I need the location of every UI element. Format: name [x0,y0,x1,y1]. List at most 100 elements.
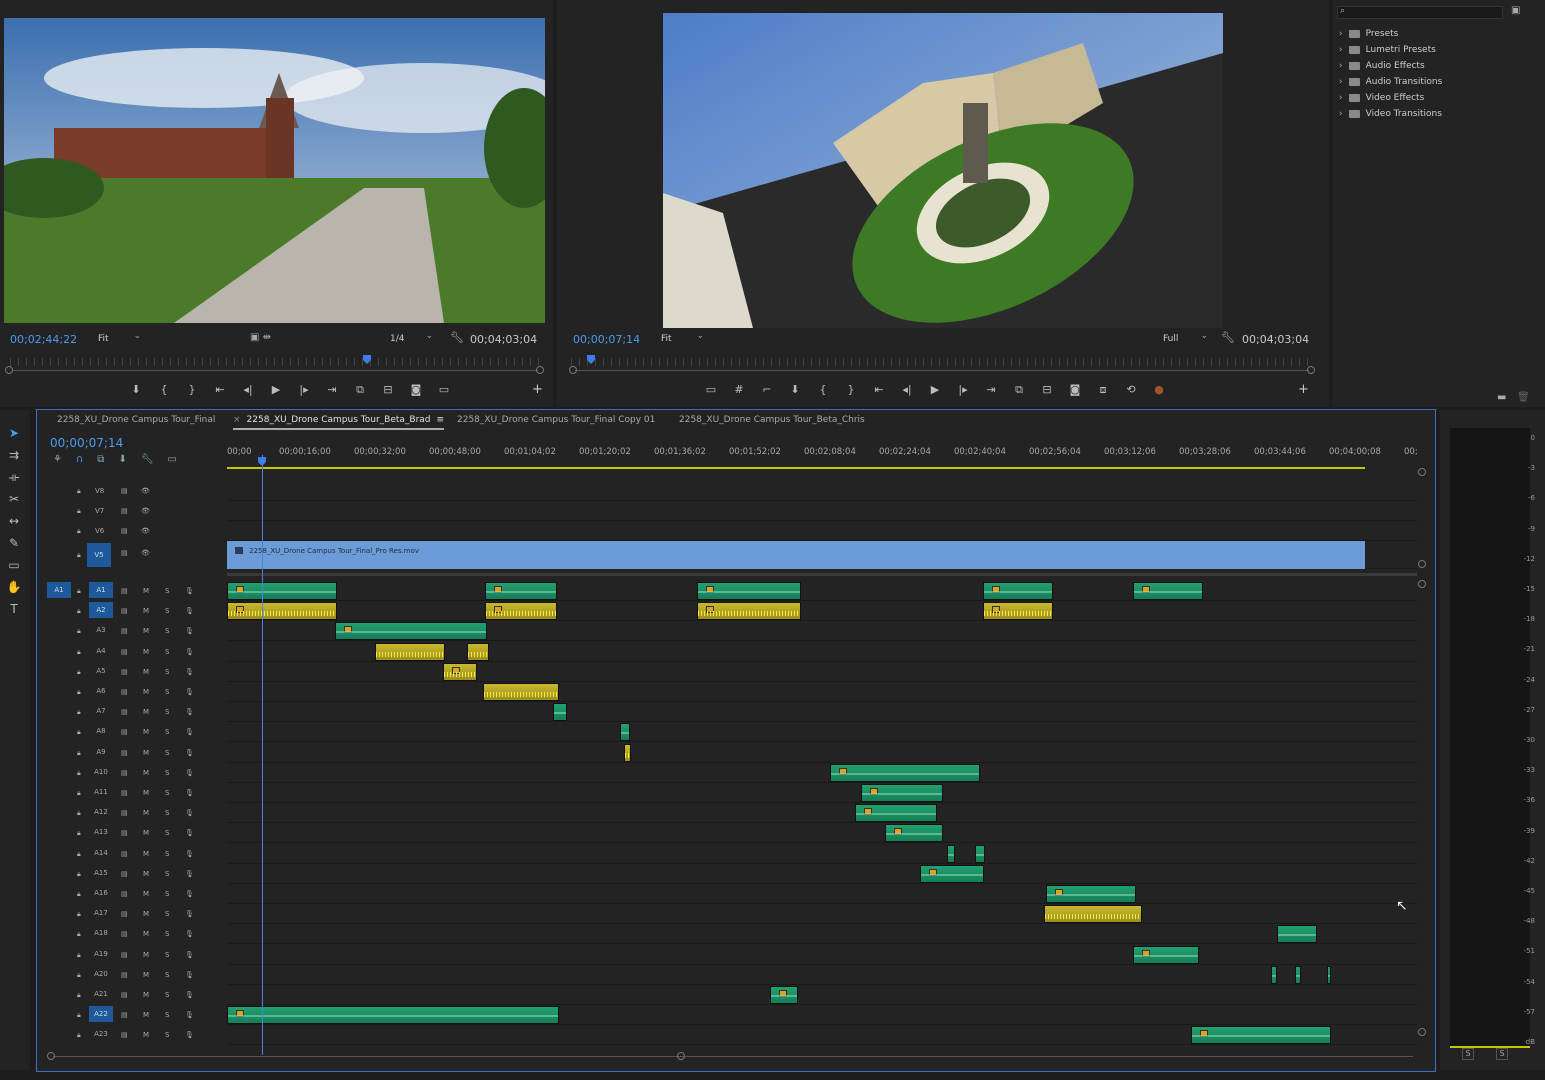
program-zoom-left-handle[interactable] [569,366,577,374]
record-icon[interactable]: ● [1145,382,1173,398]
track-name[interactable]: A16 [89,885,113,901]
audio-clip[interactable] [885,824,943,843]
program-resolution-dropdown[interactable]: Full [1159,329,1211,346]
microphone-icon[interactable]: 🎙︎ [185,991,194,999]
track-lane-a10[interactable] [227,763,1417,783]
timeline-timecode[interactable]: 00;00;07;14 [50,436,123,450]
sync-lock-icon[interactable]: ▤ [121,527,128,535]
sync-lock-icon[interactable]: ▤ [121,769,128,777]
track-name[interactable]: A22 [89,1006,113,1023]
solo-button[interactable]: S [165,648,169,656]
microphone-icon[interactable]: 🎙︎ [185,627,194,635]
effects-search-input[interactable]: ⌕ [1337,6,1503,19]
audio-clip[interactable] [443,662,477,681]
effects-item-presets[interactable]: › Presets [1339,26,1398,42]
source-zoom-bar[interactable] [12,370,538,371]
lock-icon[interactable]: 🔒︎ [77,991,81,1000]
track-name[interactable]: A7 [89,703,113,719]
microphone-icon[interactable]: 🎙︎ [185,971,194,979]
mute-button[interactable]: M [143,809,149,817]
linked-selection-icon[interactable]: ⧉ [97,454,104,465]
go-to-in-icon[interactable]: ⇤ [865,382,893,398]
sync-lock-icon[interactable]: ▤ [121,1011,128,1019]
track-name[interactable]: A20 [89,966,113,982]
sync-lock-icon[interactable]: ▤ [121,971,128,979]
extract-icon[interactable]: ⊟ [1033,382,1061,398]
video-audio-divider[interactable] [227,573,1417,576]
audio-clip[interactable] [1277,925,1317,944]
export-frame-icon[interactable]: ▭ [430,382,458,398]
sync-lock-icon[interactable]: ▤ [121,549,128,557]
lock-icon[interactable]: 🔒︎ [77,809,81,818]
track-select-tool-icon[interactable]: ⇉ [4,446,24,464]
wrench-icon[interactable]: 🔧︎ [141,454,154,465]
source-patch-a1[interactable]: A1 [47,582,71,598]
tab-sequence-beta-brad[interactable]: × 2258_XU_Drone Campus Tour_Beta_Brad ≡ [233,415,445,430]
source-timecode[interactable]: 00;02;44;22 [10,333,77,346]
solo-button[interactable]: S [165,890,169,898]
step-forward-icon[interactable]: |▸ [949,382,977,398]
step-back-icon[interactable]: ◂| [893,382,921,398]
solo-left-button[interactable]: S [1462,1048,1474,1060]
source-zoom-right-handle[interactable] [536,366,544,374]
audio-clip[interactable] [697,582,801,600]
pen-tool-icon[interactable]: ✎ [4,534,24,552]
timeline-tracks[interactable]: 2258_XU_Drone Campus Tour_Final_Pro Res.… [227,477,1417,1057]
insert-icon[interactable]: ⧉ [346,382,374,398]
audio-clip[interactable] [227,582,337,600]
sync-lock-icon[interactable]: ▤ [121,789,128,797]
step-back-icon[interactable]: ◂| [234,382,262,398]
solo-button[interactable]: S [165,728,169,736]
eye-icon[interactable]: 👁︎ [141,549,150,557]
solo-button[interactable]: S [165,688,169,696]
solo-button[interactable]: S [165,607,169,615]
microphone-icon[interactable]: 🎙︎ [185,850,194,858]
mute-button[interactable]: M [143,910,149,918]
track-name[interactable]: A1 [89,582,113,598]
lock-icon[interactable]: 🔒︎ [77,789,81,798]
solo-button[interactable]: S [165,930,169,938]
mute-button[interactable]: M [143,850,149,858]
solo-button[interactable]: S [165,769,169,777]
tab-sequence-beta-chris[interactable]: 2258_XU_Drone Campus Tour_Beta_Chris [679,415,865,425]
solo-button[interactable]: S [165,1011,169,1019]
track-lane-a14[interactable] [227,844,1417,864]
effects-item-audio-effects[interactable]: › Audio Effects [1339,58,1425,74]
audio-clip[interactable] [830,763,980,782]
vr-icon[interactable]: ⟲ [1117,382,1145,398]
track-lane-a13[interactable] [227,823,1417,844]
microphone-icon[interactable]: 🎙︎ [185,668,194,676]
track-name[interactable]: A3 [89,622,113,638]
solo-button[interactable]: S [165,870,169,878]
audio-clip[interactable] [1044,905,1142,924]
sync-lock-icon[interactable]: ▤ [121,870,128,878]
mute-button[interactable]: M [143,829,149,837]
track-target-v5[interactable]: V5 [87,543,111,567]
audio-clip[interactable] [920,864,984,883]
track-lane-a18[interactable] [227,924,1417,945]
sync-lock-icon[interactable]: ▤ [121,951,128,959]
sync-lock-icon[interactable]: ▤ [121,627,128,635]
track-name[interactable]: A21 [89,986,113,1002]
track-lane-a6[interactable] [227,682,1417,702]
mute-button[interactable]: M [143,1011,149,1019]
track-lane-a2[interactable] [227,601,1417,622]
scroll-handle[interactable] [1418,468,1426,476]
mute-button[interactable]: M [143,749,149,757]
safe-margins-icon[interactable]: ▭ [697,382,725,398]
track-name[interactable]: A6 [89,683,113,699]
solo-button[interactable]: S [165,587,169,595]
track-name[interactable]: A12 [89,804,113,820]
program-zoom-bar[interactable] [575,370,1309,371]
sync-lock-icon[interactable]: ▤ [121,991,128,999]
microphone-icon[interactable]: 🎙︎ [185,870,194,878]
solo-button[interactable]: S [165,951,169,959]
sync-lock-icon[interactable]: ▤ [121,1031,128,1039]
audio-clip[interactable] [975,844,985,863]
mute-button[interactable]: M [143,688,149,696]
track-lane-a16[interactable] [227,884,1417,904]
sync-lock-icon[interactable]: ▤ [121,809,128,817]
solo-button[interactable]: S [165,708,169,716]
mute-button[interactable]: M [143,1031,149,1039]
wrench-icon[interactable]: 🔧︎ [450,331,464,344]
